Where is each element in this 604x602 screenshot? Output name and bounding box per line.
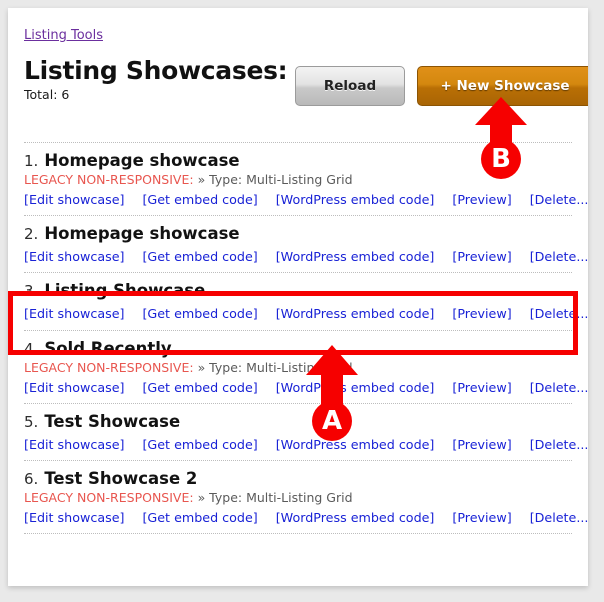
showcase-name: Test Showcase	[44, 411, 181, 431]
link-edit-showcase[interactable]: [Edit showcase]	[24, 510, 124, 525]
showcase-item: 6. Test Showcase 2 LEGACY NON-RESPONSIVE: …	[24, 460, 588, 533]
link-delete[interactable]: [Delete...]	[530, 306, 588, 321]
showcase-meta: LEGACY NON-RESPONSIVE: » Type: Multi-Lis…	[24, 360, 572, 375]
showcase-title-row: 4. Sold Recently	[24, 338, 572, 359]
showcase-type: » Type: Multi-Listing Grid	[197, 171, 353, 187]
link-get-embed-code[interactable]: [Get embed code]	[142, 437, 257, 452]
content-card: Listing Tools Listing Showcases: Total: …	[8, 8, 588, 586]
link-delete[interactable]: [Delete...]	[530, 380, 588, 395]
link-delete[interactable]: [Delete...]	[530, 249, 588, 264]
showcase-name: Test Showcase 2	[44, 469, 198, 489]
link-wordpress-embed-code[interactable]: [WordPress embed code]	[276, 192, 435, 207]
showcase-action-links: [Edit showcase] [Get embed code] [WordPres…	[24, 437, 588, 452]
link-delete[interactable]: [Delete...]	[530, 510, 588, 525]
header-button-group: Reload + New Showcase	[295, 66, 588, 106]
link-edit-showcase[interactable]: [Edit showcase]	[24, 380, 124, 395]
title-block: Listing Showcases: Total: 6	[24, 56, 288, 103]
list-bottom-divider	[24, 533, 572, 535]
showcase-action-links: [Edit showcase] [Get embed code] [WordPres…	[24, 380, 588, 395]
showcase-list: 1. Homepage showcase LEGACY NON-RESPONSIVE…	[24, 142, 588, 535]
breadcrumb-link-listing-tools[interactable]: Listing Tools	[24, 28, 103, 43]
showcase-action-links: [Edit showcase] [Get embed code] [WordPres…	[24, 192, 588, 207]
new-showcase-button[interactable]: + New Showcase	[417, 66, 588, 106]
breadcrumb: Listing Tools	[24, 28, 103, 43]
legacy-badge: LEGACY NON-RESPONSIVE:	[24, 489, 194, 505]
link-wordpress-embed-code[interactable]: [WordPress embed code]	[276, 249, 435, 264]
showcase-item: 1. Homepage showcase LEGACY NON-RESPONSIVE…	[24, 142, 588, 215]
showcase-index: 3.	[24, 282, 39, 301]
link-preview[interactable]: [Preview]	[452, 249, 511, 264]
showcase-item: 3. Listing Showcase [Edit showcase] [Get em…	[24, 272, 588, 329]
showcase-title-row: 6. Test Showcase 2	[24, 469, 572, 489]
page-title: Listing Showcases:	[24, 56, 288, 85]
link-get-embed-code[interactable]: [Get embed code]	[142, 510, 257, 525]
link-wordpress-embed-code[interactable]: [WordPress embed code]	[276, 510, 435, 525]
legacy-badge: LEGACY NON-RESPONSIVE:	[24, 171, 194, 187]
link-wordpress-embed-code[interactable]: [WordPress embed code]	[276, 437, 435, 452]
showcase-meta: LEGACY NON-RESPONSIVE: » Type: Multi-Lis…	[24, 172, 572, 187]
link-delete[interactable]: [Delete...]	[530, 192, 588, 207]
showcase-index: 5.	[24, 412, 39, 431]
showcase-name: Homepage showcase	[44, 224, 240, 244]
link-preview[interactable]: [Preview]	[452, 380, 511, 395]
showcase-name: Homepage showcase	[44, 151, 240, 170]
link-edit-showcase[interactable]: [Edit showcase]	[24, 437, 124, 452]
showcase-title-row: 1. Homepage showcase	[24, 151, 572, 171]
page-background: Listing Tools Listing Showcases: Total: …	[0, 0, 604, 602]
link-preview[interactable]: [Preview]	[452, 510, 511, 525]
total-count: Total: 6	[24, 87, 70, 103]
link-edit-showcase[interactable]: [Edit showcase]	[24, 306, 124, 321]
showcase-name: Sold Recently	[44, 338, 172, 358]
showcase-item: 5. Test Showcase [Edit showcase] [Get embed…	[24, 402, 588, 460]
link-wordpress-embed-code[interactable]: [WordPress embed code]	[276, 306, 435, 321]
link-wordpress-embed-code[interactable]: [WordPress embed code]	[276, 380, 435, 395]
link-preview[interactable]: [Preview]	[452, 437, 511, 452]
showcase-title-row: 3. Listing Showcase	[24, 281, 572, 301]
link-get-embed-code[interactable]: [Get embed code]	[142, 249, 257, 264]
showcase-item: 4. Sold Recently LEGACY NON-RESPONSIVE: » …	[24, 329, 588, 403]
link-preview[interactable]: [Preview]	[452, 192, 511, 207]
link-get-embed-code[interactable]: [Get embed code]	[142, 192, 257, 207]
showcase-type: » Type: Multi-Listing Grid	[197, 489, 353, 505]
showcase-title-row: 2. Homepage showcase	[24, 224, 572, 244]
link-delete[interactable]: [Delete...]	[530, 437, 588, 452]
showcase-name: Listing Showcase	[44, 281, 206, 301]
link-get-embed-code[interactable]: [Get embed code]	[142, 306, 257, 321]
showcase-index: 6.	[24, 470, 39, 489]
showcase-type: » Type: Multi-Listing Grid	[197, 359, 353, 375]
link-get-embed-code[interactable]: [Get embed code]	[142, 380, 257, 395]
link-preview[interactable]: [Preview]	[452, 306, 511, 321]
legacy-badge: LEGACY NON-RESPONSIVE:	[24, 359, 194, 375]
showcase-action-links: [Edit showcase] [Get embed code] [WordPres…	[24, 249, 588, 264]
showcase-action-links: [Edit showcase] [Get embed code] [WordPres…	[24, 306, 588, 321]
link-edit-showcase[interactable]: [Edit showcase]	[24, 192, 124, 207]
showcase-index: 4.	[24, 339, 39, 358]
showcase-title-row: 5. Test Showcase	[24, 411, 572, 432]
showcase-index: 1.	[24, 152, 39, 170]
showcase-index: 2.	[24, 225, 39, 244]
reload-button[interactable]: Reload	[295, 66, 405, 106]
showcase-action-links: [Edit showcase] [Get embed code] [WordPres…	[24, 510, 588, 525]
showcase-meta: LEGACY NON-RESPONSIVE: » Type: Multi-Lis…	[24, 490, 572, 505]
link-edit-showcase[interactable]: [Edit showcase]	[24, 249, 124, 264]
showcase-item: 2. Homepage showcase [Edit showcase] [Get e…	[24, 215, 588, 272]
